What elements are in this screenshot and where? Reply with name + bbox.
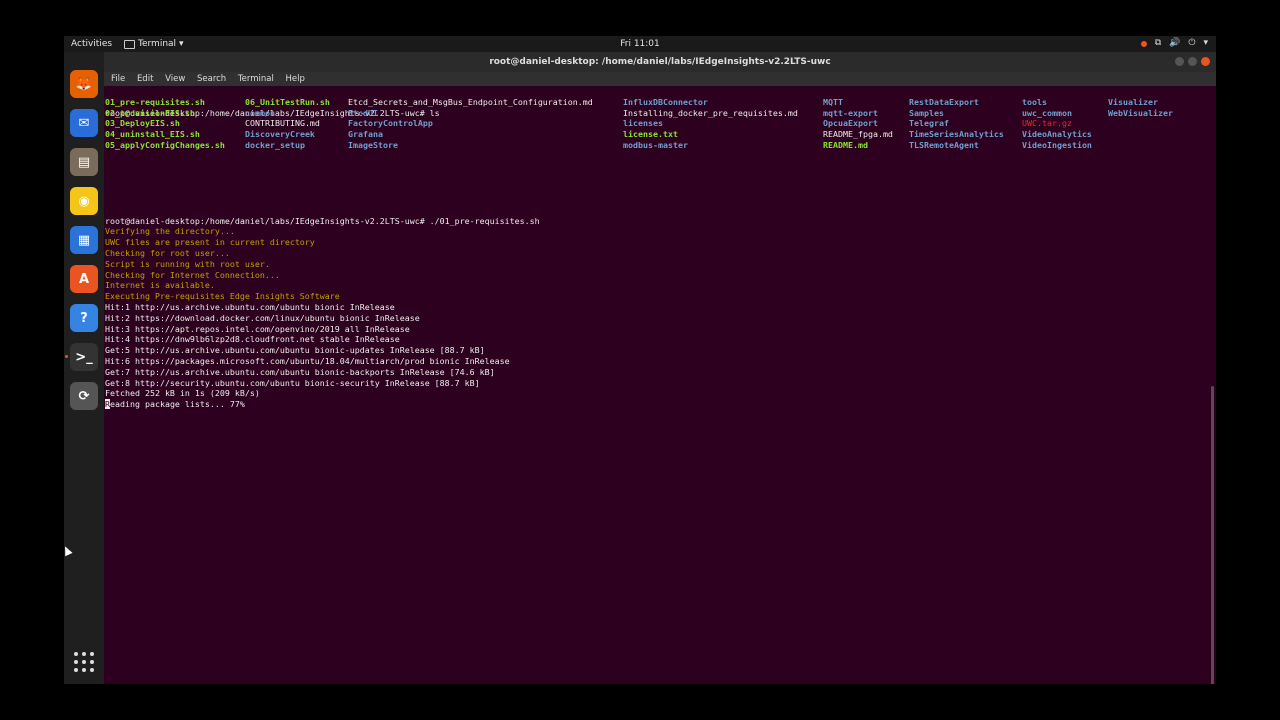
ls-entry: licenses: [623, 118, 663, 129]
ls-output: 01_pre-requisites.sh 02_provisionEIS.sh 03…: [105, 97, 1205, 151]
terminal-area[interactable]: root@daniel-desktop:/home/daniel/labs/IE…: [104, 86, 1216, 684]
ls-entry: 06_UnitTestRun.sh: [245, 96, 330, 107]
ls-entry: uwc_common: [1022, 107, 1072, 118]
clock[interactable]: Fri 11:01: [64, 39, 1216, 49]
maximize-button[interactable]: [1188, 57, 1197, 66]
terminal-line: Hit:3 https://apt.repos.intel.com/openvi…: [105, 323, 410, 334]
running-indicator: [65, 355, 68, 358]
ls-entry: README.md: [823, 139, 868, 150]
progress-text: eading package lists... 77%: [110, 399, 245, 410]
ls-entry: 04_uninstall_EIS.sh: [105, 129, 200, 140]
libreoffice-writer-icon[interactable]: ▦: [70, 226, 98, 254]
firefox-icon[interactable]: 🦊: [70, 70, 98, 98]
system-tray[interactable]: ⧉ 🔊 ⏻ ▾: [1140, 38, 1208, 48]
ls-entry: Installing_docker_pre_requisites.md: [623, 107, 798, 118]
terminal-line: Hit:4 https://dnw9lb6lzp2d8.cloudfront.n…: [105, 334, 400, 345]
close-button[interactable]: [1201, 57, 1210, 66]
ls-entry: CONTRIBUTING.md: [245, 118, 320, 129]
dock: 🦊 ✉ ▤ ◉ ▦ A? >_ ⟳: [64, 52, 104, 684]
ls-entry: TLSRemoteAgent: [909, 139, 979, 150]
ls-entry: Etcd_Secrets_and_MsgBus_Endpoint_Configu…: [348, 96, 593, 107]
ls-entry: 03_DeployEIS.sh: [105, 118, 180, 129]
terminal-line: Hit:6 https://packages.microsoft.com/ubu…: [105, 355, 510, 366]
software-updater-icon[interactable]: ⟳: [70, 382, 98, 410]
software-center-icon[interactable]: A: [70, 265, 98, 293]
terminal-line: Script is running with root user.: [105, 258, 270, 269]
chevron-down-icon: ▾: [1203, 38, 1208, 48]
top-panel: Activities Terminal ▾ Fri 11:01 ⧉ 🔊 ⏻ ▾: [64, 36, 1216, 52]
ls-entry: ImageStore: [348, 139, 398, 150]
ls-entry: InfluxDBConnector: [623, 96, 708, 107]
menu-view[interactable]: View: [165, 74, 185, 84]
menu-help[interactable]: Help: [286, 74, 305, 84]
ls-entry: mqtt-export: [823, 107, 878, 118]
terminal-line: Checking for Internet Connection...: [105, 269, 280, 280]
files-icon[interactable]: ▤: [70, 148, 98, 176]
ls-entry: 02_provisionEIS.sh: [105, 107, 195, 118]
terminal-line: UWC files are present in current directo…: [105, 237, 315, 248]
thunderbird-icon[interactable]: ✉: [70, 109, 98, 137]
ls-entry: TimeSeriesAnalytics: [909, 129, 1004, 140]
terminal-line: Get:5 http://us.archive.ubuntu.com/ubunt…: [105, 345, 485, 356]
ls-entry: MQTT: [823, 96, 843, 107]
ls-entry: Samples: [909, 107, 944, 118]
ls-entry: license.txt: [623, 129, 678, 140]
ls-entry: Visualizer: [1108, 96, 1158, 107]
ls-entry: Telegraf: [909, 118, 949, 129]
ls-entry: FactoryControlApp: [348, 118, 433, 129]
ls-entry: EtcdUI: [348, 107, 378, 118]
minimize-button[interactable]: [1175, 57, 1184, 66]
power-icon: ⏻: [1188, 38, 1196, 48]
ls-entry: RestDataExport: [909, 96, 979, 107]
ls-entry: README_fpga.md: [823, 129, 893, 140]
terminal-line: Get:8 http://security.ubuntu.com/ubuntu …: [105, 377, 480, 388]
help-icon[interactable]: ?: [70, 304, 98, 332]
terminal-line: Executing Pre-requisites Edge Insights S…: [105, 291, 340, 302]
ls-entry: VideoAnalytics: [1022, 129, 1092, 140]
show-applications-icon[interactable]: [72, 650, 96, 674]
ls-entry: docker_setup: [245, 139, 305, 150]
ls-entry: [1108, 129, 1173, 140]
terminal-line: Internet is available.: [105, 280, 215, 291]
ls-entry: OpcuaExport: [823, 118, 878, 129]
window-title: root@daniel-desktop: /home/daniel/labs/I…: [489, 57, 831, 67]
terminal-line: Fetched 252 kB in 1s (209 kB/s): [105, 388, 260, 399]
menu-bar: File Edit View Search Terminal Help: [104, 72, 1216, 86]
ls-entry: [1108, 118, 1173, 129]
ls-entry: 01_pre-requisites.sh: [105, 96, 205, 107]
menu-search[interactable]: Search: [197, 74, 226, 84]
ls-entry: modbus-master: [623, 139, 688, 150]
rhythmbox-icon[interactable]: ◉: [70, 187, 98, 215]
volume-icon: 🔊: [1169, 38, 1181, 48]
ls-entry: VideoIngestion: [1022, 139, 1092, 150]
notification-dot-icon: [1140, 41, 1147, 47]
ls-entry: WebVisualizer: [1108, 107, 1173, 118]
terminal-line: Hit:1 http://us.archive.ubuntu.com/ubunt…: [105, 301, 395, 312]
network-icon: ⧉: [1154, 38, 1162, 48]
menu-edit[interactable]: Edit: [137, 74, 153, 84]
ls-entry: Grafana: [348, 129, 383, 140]
terminal-line: Checking for root user...: [105, 247, 230, 258]
terminal-line: root@daniel-desktop:/home/daniel/labs/IE…: [105, 215, 540, 226]
window-titlebar[interactable]: root@daniel-desktop: /home/daniel/labs/I…: [104, 52, 1216, 72]
ls-entry: [1108, 140, 1173, 151]
terminal-line: Hit:2 https://download.docker.com/linux/…: [105, 312, 420, 323]
ls-entry: common: [245, 107, 275, 118]
terminal-icon[interactable]: >_: [70, 343, 98, 371]
menu-terminal[interactable]: Terminal: [238, 74, 274, 84]
ls-entry: DiscoveryCreek: [245, 129, 315, 140]
terminal-scrollbar[interactable]: [1211, 386, 1214, 684]
ls-entry: tools: [1022, 96, 1047, 107]
terminal-line: Reading package lists... 77%: [105, 399, 540, 410]
desktop-screen: Activities Terminal ▾ Fri 11:01 ⧉ 🔊 ⏻ ▾ …: [64, 36, 1216, 684]
menu-file[interactable]: File: [111, 74, 125, 84]
terminal-line: Get:7 http://us.archive.ubuntu.com/ubunt…: [105, 366, 495, 377]
terminal-line: Verifying the directory...: [105, 226, 235, 237]
ls-entry: 05_applyConfigChanges.sh: [105, 139, 225, 150]
ls-entry: UWC.tar.gz: [1022, 118, 1072, 129]
